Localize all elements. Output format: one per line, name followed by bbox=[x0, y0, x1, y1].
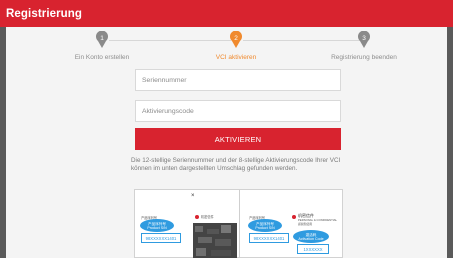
envelope-left-bubble-en: Product S/N bbox=[147, 225, 167, 230]
page-title: Registrierung bbox=[6, 7, 83, 20]
envelope-right-sub-cn: 感谢您使用 bbox=[298, 222, 312, 226]
serial-number-placeholder: Seriennummer bbox=[142, 76, 187, 84]
envelope-left-logo-icon bbox=[195, 215, 199, 219]
envelope-left-code-text: 98XXXXXX1401 bbox=[145, 235, 177, 241]
step-1-label: Ein Konto erstellen bbox=[74, 54, 130, 61]
envelope-right-bubble-en: Product S/N bbox=[255, 225, 275, 230]
activation-code-input[interactable]: Aktivierungscode bbox=[135, 100, 341, 122]
envelope-left-sn-code: 98XXXXXX1401 bbox=[141, 233, 181, 243]
step-2-marker-icon: 2 bbox=[230, 31, 242, 48]
step-2-label: VCI aktivieren bbox=[215, 54, 257, 61]
step-connector-2 bbox=[243, 40, 361, 41]
activate-button[interactable]: AKTIVIEREN bbox=[135, 128, 341, 150]
envelope-right-activation-code: 1XXXXXX bbox=[297, 244, 329, 254]
serial-number-input[interactable]: Seriennummer bbox=[135, 69, 341, 91]
activate-button-label: AKTIVIEREN bbox=[214, 134, 262, 144]
envelope-left-brand: 机密信件 bbox=[201, 214, 214, 219]
envelope-left-sn-bubble: 产品序列号 Product S/N bbox=[140, 219, 174, 232]
envelope-right-logo-icon bbox=[292, 215, 296, 219]
envelope-divider bbox=[239, 190, 240, 258]
step-3-number: 3 bbox=[362, 35, 366, 42]
envelope-left-brand-cn: 机密信件 bbox=[201, 215, 214, 219]
step-1-number: 1 bbox=[100, 35, 104, 42]
step-1-marker-icon: 1 bbox=[96, 31, 108, 48]
hint-text: Die 12-stellige Seriennummer und der 8-s… bbox=[131, 157, 341, 172]
activation-code-placeholder: Aktivierungscode bbox=[142, 107, 194, 115]
envelope-right-activation-bubble: 激活码 Activation Code bbox=[293, 230, 329, 243]
envelope-right-code-text: 98XXXXXX1401 bbox=[253, 235, 285, 241]
envelope-right-sn-code: 98XXXXXX1401 bbox=[249, 233, 289, 243]
step-3-label: Registrierung beenden bbox=[331, 54, 397, 61]
step-3-marker-icon: 3 bbox=[358, 31, 370, 48]
registration-card: 1 Ein Konto erstellen 2 VCI aktivieren 3… bbox=[6, 27, 447, 258]
step-2-number: 2 bbox=[234, 35, 238, 42]
envelope-illustration: × 产品序列号 产品序列号 Product S/N 98XXXXXX1401 机密… bbox=[134, 189, 343, 258]
step-connector-1 bbox=[109, 40, 231, 41]
envelope-photo-image bbox=[193, 223, 237, 258]
envelope-right-bubble2-en: Activation Code bbox=[298, 236, 324, 241]
envelope-left-cross: × bbox=[191, 193, 195, 199]
title-bar: Registrierung bbox=[0, 0, 453, 27]
envelope-right-sn-bubble: 产品序列号 Product S/N bbox=[248, 219, 282, 232]
envelope-right-code2-text: 1XXXXXX bbox=[303, 246, 323, 252]
